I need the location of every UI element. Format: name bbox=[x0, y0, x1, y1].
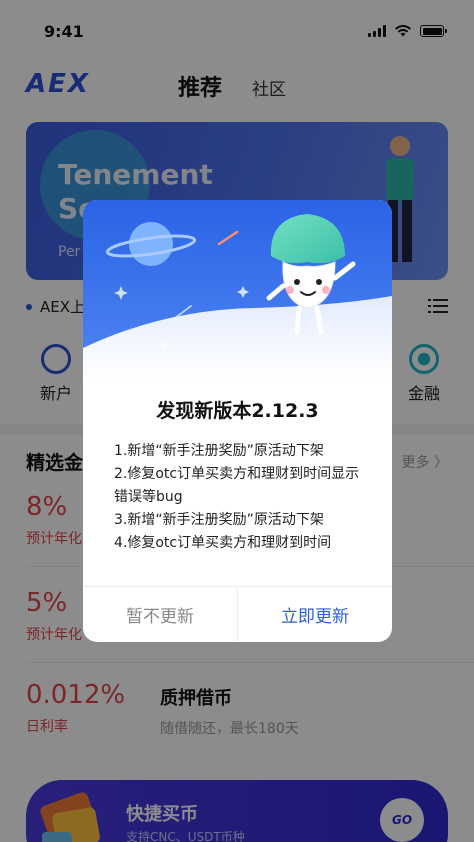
update-dialog-title: 发现新版本2.12.3 bbox=[156, 400, 319, 422]
not-now-button[interactable]: 暂不更新 bbox=[83, 587, 238, 642]
update-dialog-footer: 暂不更新 立即更新 bbox=[83, 586, 392, 642]
update-note-line: 1.新增“新手注册奖励”原活动下架 bbox=[114, 443, 324, 459]
update-note-line: 2.修复otc订单买卖方和理财到时间显示错误等bug bbox=[114, 466, 360, 505]
update-note-line: 3.新增“新手注册奖励”原活动下架 bbox=[114, 512, 324, 528]
update-now-button[interactable]: 立即更新 bbox=[238, 587, 392, 642]
update-dialog: 发现新版本2.12.3 1.新增“新手注册奖励”原活动下架 2.修复otc订单买… bbox=[83, 200, 392, 642]
update-note-line: 4.修复otc订单买卖方和理财到时间 bbox=[114, 535, 332, 551]
update-illustration bbox=[83, 200, 392, 380]
update-notes: 1.新增“新手注册奖励”原活动下架 2.修复otc订单买卖方和理财到时间显示错误… bbox=[114, 440, 364, 555]
